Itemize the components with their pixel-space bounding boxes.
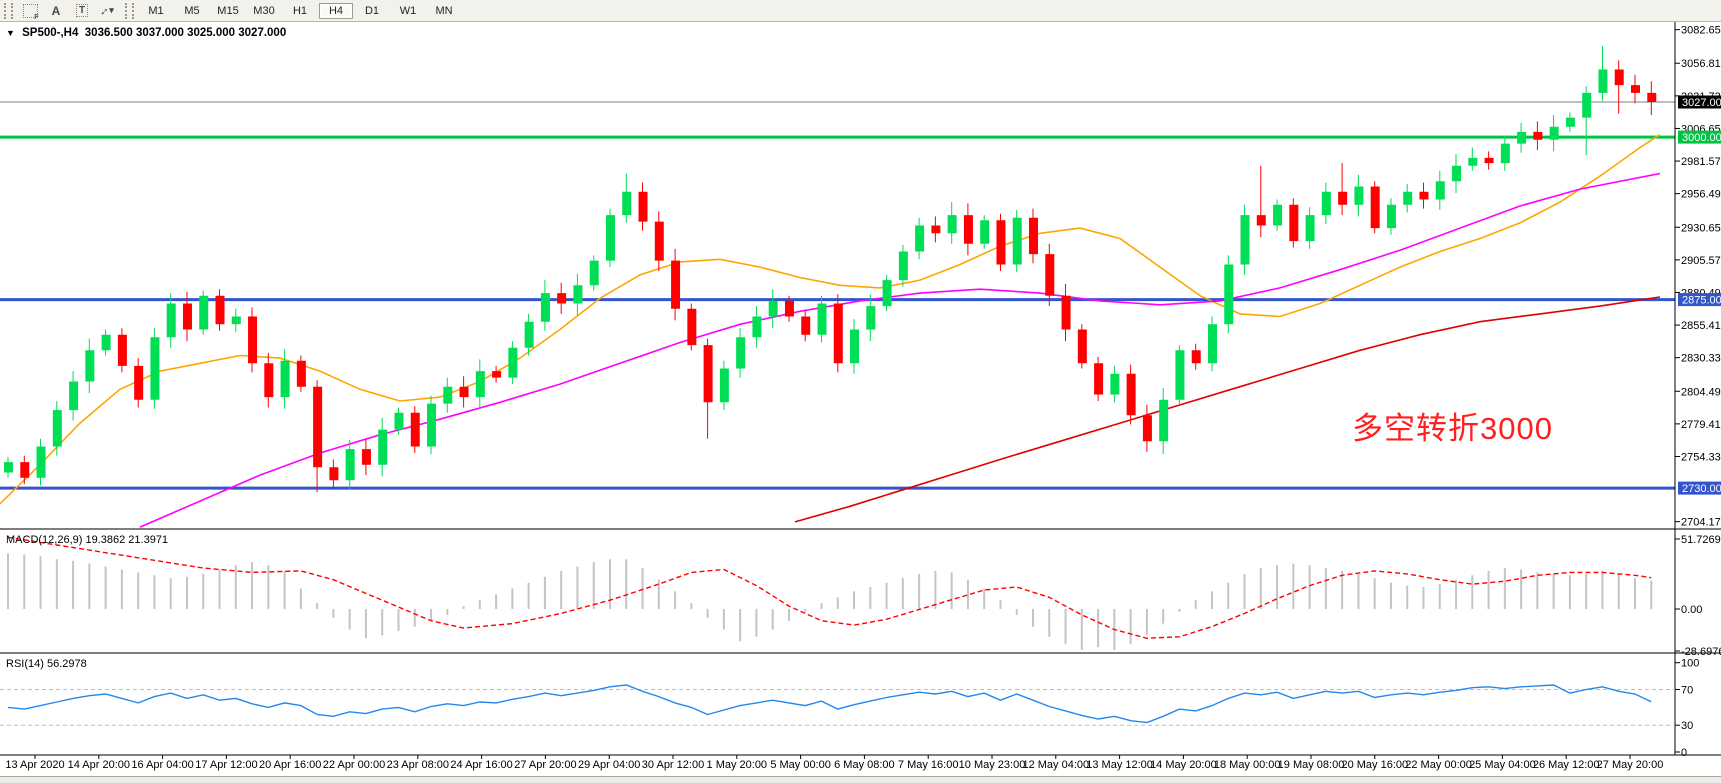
price-axis-label: 2930.650	[1681, 222, 1721, 234]
macd-axis-label: 51.7269	[1681, 534, 1721, 546]
price-axis-label: 2779.410	[1681, 419, 1721, 431]
chart-symbol-title: ▼ SP500-,H4 3036.500 3037.000 3025.000 3…	[6, 27, 286, 39]
timeframe-button-d1[interactable]: D1	[355, 3, 389, 19]
letter-a-icon[interactable]: A	[45, 2, 67, 20]
svg-text:3027.000: 3027.000	[1682, 97, 1721, 109]
timeframe-button-m30[interactable]: M30	[247, 3, 281, 19]
svg-text:2875.000: 2875.000	[1682, 295, 1721, 307]
rsi-axis-label: 30	[1681, 720, 1693, 732]
toolbar-grip[interactable]	[4, 3, 13, 19]
rsi-axis-label: 0	[1681, 747, 1687, 759]
time-axis-label: 12 May 04:00	[1022, 759, 1089, 771]
timeframe-button-h1[interactable]: H1	[283, 3, 317, 19]
time-axis-label: 30 Apr 12:00	[642, 759, 704, 771]
time-axis-label: 5 May 00:00	[770, 759, 831, 771]
time-axis-label: 17 Apr 12:00	[195, 759, 257, 771]
toolbar: F A T ↕▾ M1M5M15M30H1H4D1W1MN	[0, 0, 1721, 22]
time-axis-label: 27 May 20:00	[1597, 759, 1664, 771]
timeframe-button-w1[interactable]: W1	[391, 3, 425, 19]
rsi-axis-label: 100	[1681, 658, 1699, 670]
time-axis-label: 23 Apr 08:00	[387, 759, 449, 771]
time-axis-label: 25 May 04:00	[1469, 759, 1536, 771]
ohlc-values: 3036.500 3037.000 3025.000 3027.000	[85, 27, 286, 39]
time-axis-label: 20 Apr 16:00	[259, 759, 321, 771]
time-axis-label: 22 Apr 00:00	[323, 759, 385, 771]
price-badge-2730.000: 2730.000	[1678, 482, 1721, 496]
timeframe-button-m5[interactable]: M5	[175, 3, 209, 19]
price-axis-label: 2905.570	[1681, 255, 1721, 267]
time-axis-label: 1 May 20:00	[707, 759, 768, 771]
toolbar-grip-2[interactable]	[125, 3, 134, 19]
price-badge-3027.000: 3027.000	[1678, 96, 1721, 110]
chart-title-caret-icon[interactable]: ▼	[6, 28, 15, 38]
text-tool-icon[interactable]: T	[71, 2, 93, 20]
macd-axis-label: -28.6976	[1681, 646, 1721, 658]
status-bar	[0, 776, 1721, 783]
price-axis-label: 3082.650	[1681, 25, 1721, 37]
time-axis-label: 18 May 00:00	[1214, 759, 1281, 771]
time-axis-label: 19 May 08:00	[1278, 759, 1345, 771]
time-axis-label: 10 May 23:00	[959, 759, 1026, 771]
price-badge-2875.000: 2875.000	[1678, 293, 1721, 307]
time-axis-label: 20 May 16:00	[1341, 759, 1408, 771]
svg-text:2730.000: 2730.000	[1682, 483, 1721, 495]
time-axis-label: 13 May 12:00	[1086, 759, 1153, 771]
chart-annotation-text: 多空转折3000	[1352, 403, 1553, 448]
price-axis-label: 3056.810	[1681, 58, 1721, 70]
macd-indicator-label: MACD(12,26,9) 19.3862 21.3971	[6, 534, 168, 546]
time-axis-label: 7 May 16:00	[898, 759, 959, 771]
svg-text:3000.000: 3000.000	[1682, 132, 1721, 144]
time-axis-label: 13 Apr 2020	[5, 759, 64, 771]
price-axis-label: 2855.410	[1681, 320, 1721, 332]
time-axis-label: 16 Apr 04:00	[131, 759, 193, 771]
time-axis-label: 22 May 00:00	[1405, 759, 1472, 771]
time-axis-label: 24 Apr 16:00	[450, 759, 512, 771]
time-axis-label: 14 Apr 20:00	[68, 759, 130, 771]
timeframe-button-h4[interactable]: H4	[319, 3, 353, 19]
mt4-window: F A T ↕▾ M1M5M15M30H1H4D1W1MN 3082.650 30…	[0, 0, 1721, 783]
time-axis-label: 14 May 20:00	[1150, 759, 1217, 771]
price-axis-label: 2704.170	[1681, 517, 1721, 529]
grid-f-icon[interactable]: F	[19, 2, 41, 20]
price-axis-label: 2981.570	[1681, 156, 1721, 168]
timeframe-buttons: M1M5M15M30H1H4D1W1MN	[138, 3, 462, 19]
symbol-period: SP500-,H4	[22, 27, 78, 39]
price-axis-label: 2830.330	[1681, 353, 1721, 365]
rsi-axis-label: 70	[1681, 685, 1693, 697]
price-axis-label: 2804.490	[1681, 386, 1721, 398]
price-badge-3000.000: 3000.000	[1678, 131, 1721, 145]
time-axis-label: 6 May 08:00	[834, 759, 895, 771]
timeframe-button-m15[interactable]: M15	[211, 3, 245, 19]
timeframe-button-mn[interactable]: MN	[427, 3, 461, 19]
macd-axis-label: 0.00	[1681, 604, 1702, 616]
time-axis-label: 26 May 12:00	[1533, 759, 1600, 771]
timeframe-button-m1[interactable]: M1	[139, 3, 173, 19]
cursor-arrows-icon[interactable]: ↕▾	[97, 2, 119, 20]
time-axis-label: 29 Apr 04:00	[578, 759, 640, 771]
time-axis-label: 27 Apr 20:00	[514, 759, 576, 771]
price-axis-label: 2754.330	[1681, 452, 1721, 464]
price-axis-label: 2956.490	[1681, 189, 1721, 201]
rsi-indicator-label: RSI(14) 56.2978	[6, 658, 87, 670]
